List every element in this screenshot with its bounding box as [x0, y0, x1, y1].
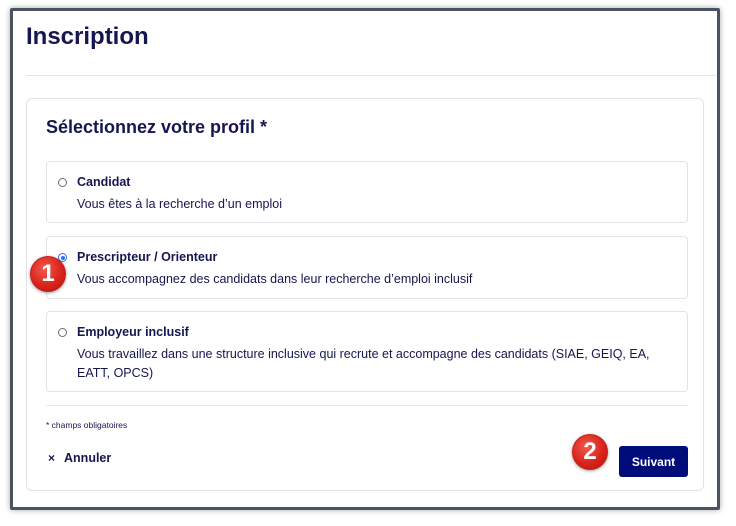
cancel-link[interactable]: × Annuler [48, 451, 111, 465]
option-label: Candidat [77, 175, 131, 189]
close-icon: × [48, 451, 56, 465]
option-employeur[interactable]: Employeur inclusif Vous travaillez dans … [46, 311, 688, 392]
title-divider [26, 75, 717, 76]
option-prescripteur[interactable]: Prescripteur / Orienteur Vous accompagne… [46, 236, 688, 299]
next-button[interactable]: Suivant [619, 446, 688, 477]
cancel-label: Annuler [64, 451, 112, 465]
required-fields-note: * champs obligatoires [46, 420, 128, 430]
option-description: Vous êtes à la recherche d’un emploi [77, 197, 282, 211]
option-label: Prescripteur / Orienteur [77, 250, 218, 264]
profile-form-card: Sélectionnez votre profil * Candidat Vou… [26, 98, 704, 491]
option-candidat[interactable]: Candidat Vous êtes à la recherche d’un e… [46, 161, 688, 223]
option-description: Vous travaillez dans une structure inclu… [77, 347, 650, 380]
step-badge-2: 2 [572, 434, 608, 470]
section-title: Sélectionnez votre profil * [46, 117, 268, 137]
step-badge-1: 1 [30, 256, 66, 292]
page-title: Inscription [26, 23, 149, 50]
radio-employeur[interactable] [58, 328, 67, 337]
option-label: Employeur inclusif [77, 325, 189, 339]
window-frame: Inscription Sélectionnez votre profil * … [10, 8, 720, 510]
form-divider [46, 405, 688, 406]
radio-candidat[interactable] [58, 178, 67, 187]
option-description: Vous accompagnez des candidats dans leur… [77, 272, 473, 286]
